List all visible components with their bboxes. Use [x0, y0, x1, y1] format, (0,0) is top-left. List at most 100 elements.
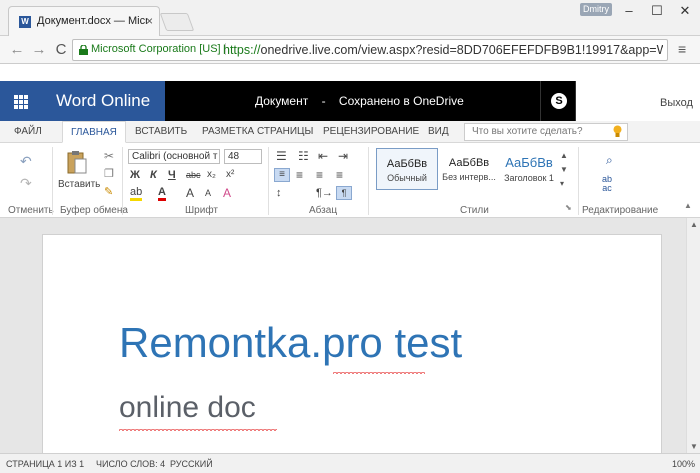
document-heading[interactable]: Remontka.pro test [119, 319, 462, 367]
rtl-direction-icon[interactable]: ¶ [336, 186, 352, 200]
maximize-button[interactable]: ☐ [643, 0, 671, 22]
tab-close-icon[interactable]: × [146, 14, 153, 28]
browser-titlebar: W Документ.docx — Microso × Dmitry – ☐ ✕ [0, 0, 700, 36]
style-sample: АаБбВв [448, 157, 490, 169]
clipboard-group-label: Буфер обмена [60, 205, 128, 216]
style-name: Без интерв... [442, 172, 496, 182]
vertical-scrollbar[interactable]: ▲ ▼ [686, 218, 700, 453]
ev-certificate-label[interactable]: Microsoft Corporation [US] [91, 43, 226, 55]
tab-file[interactable]: ФАЙЛ [14, 121, 42, 143]
highlight-icon[interactable]: ab [130, 187, 143, 201]
app-brand[interactable]: Word Online [42, 81, 165, 121]
justify-icon[interactable]: ≡ [336, 168, 343, 182]
replace-icon[interactable]: ab ac [602, 175, 612, 193]
font-size-select[interactable]: 48 [224, 149, 262, 164]
cut-icon[interactable]: ✂ [104, 149, 114, 163]
tell-me-input[interactable]: Что вы хотите сделать? [464, 123, 628, 141]
strikethrough-button[interactable]: abc [186, 170, 201, 180]
skype-button[interactable]: S [540, 81, 576, 121]
align-left-icon[interactable]: ≡ [274, 168, 290, 182]
close-window-button[interactable]: ✕ [671, 0, 699, 22]
superscript-button[interactable]: x² [226, 169, 234, 180]
paragraph-group-label: Абзац [309, 205, 338, 216]
address-bar: ← → C Microsoft Corporation [US] https:/… [0, 36, 700, 64]
format-painter-icon[interactable]: ✎ [104, 185, 113, 198]
browser-tab[interactable]: W Документ.docx — Microso × [8, 6, 160, 36]
paste-button[interactable]: Вставить [58, 179, 100, 190]
user-badge[interactable]: Dmitry [580, 3, 612, 16]
reload-icon[interactable]: C [52, 40, 70, 60]
document-workspace: Remontka.pro test online doc [0, 218, 686, 453]
document-page[interactable]: Remontka.pro test online doc [42, 234, 662, 453]
styles-more-icon[interactable]: ▾ [560, 179, 564, 188]
clear-format-button[interactable]: A [223, 186, 231, 200]
style-no-spacing[interactable]: АаБбВв Без интерв... [438, 148, 500, 190]
align-right-icon[interactable]: ≡ [316, 168, 323, 182]
increase-indent-icon[interactable]: ⇥ [338, 149, 348, 163]
save-status: Сохранено в OneDrive [338, 94, 464, 108]
minimize-button[interactable]: – [615, 0, 643, 22]
grow-font-button[interactable]: A [186, 186, 194, 200]
group-divider [268, 147, 269, 215]
undo-icon[interactable]: ↶ [20, 153, 32, 170]
styles-scroll-down-icon[interactable]: ▼ [560, 165, 568, 174]
bullet-list-icon[interactable]: ☰ [276, 149, 287, 163]
line-spacing-icon[interactable]: ↕ [276, 187, 282, 199]
collapse-ribbon-icon[interactable]: ▲ [684, 201, 692, 210]
shrink-font-button[interactable]: A [205, 188, 211, 198]
page-count: СТРАНИЦА 1 ИЗ 1 [6, 459, 85, 469]
style-normal[interactable]: АаБбВв Обычный [376, 148, 438, 190]
tab-review[interactable]: РЕЦЕНЗИРОВАНИЕ [323, 121, 419, 143]
numbered-list-icon[interactable]: ☷ [298, 149, 309, 163]
styles-scroll-up-icon[interactable]: ▲ [560, 151, 568, 160]
url-text[interactable]: https://onedrive.live.com/view.aspx?resi… [223, 43, 663, 57]
bold-button[interactable]: Ж [130, 169, 140, 181]
underline-button[interactable]: Ч [168, 169, 176, 181]
tab-insert[interactable]: ВСТАВИТЬ [135, 121, 187, 143]
zoom-level[interactable]: 100% [672, 459, 695, 469]
copy-icon[interactable]: ❐ [104, 167, 114, 180]
italic-button[interactable]: К [150, 169, 157, 181]
status-bar: СТРАНИЦА 1 ИЗ 1 ЧИСЛО СЛОВ: 4 РУССКИЙ 10… [0, 453, 700, 473]
tab-home[interactable]: ГЛАВНАЯ [62, 121, 126, 143]
spelling-squiggle [119, 427, 277, 431]
new-tab-button[interactable] [159, 13, 195, 31]
ribbon: ↶ ↷ Отменить Вставить ✂ ❐ ✎ Буфер обмена… [0, 143, 700, 218]
group-divider [52, 147, 53, 215]
url-field[interactable]: Microsoft Corporation [US] https://onedr… [72, 39, 668, 61]
back-arrow-icon[interactable]: ← [8, 40, 26, 60]
url-scheme: https:// [223, 43, 261, 57]
subscript-button[interactable]: x₂ [207, 169, 216, 180]
style-name: Заголовок 1 [504, 173, 554, 183]
style-sample: АаБбВв [386, 158, 428, 170]
spelling-squiggle [333, 370, 425, 374]
find-icon[interactable]: ⌕ [606, 153, 613, 168]
document-name[interactable]: Документ [255, 94, 308, 108]
browser-menu-icon[interactable]: ≡ [678, 41, 686, 57]
decrease-indent-icon[interactable]: ⇤ [318, 149, 328, 163]
app-launcher-icon[interactable] [0, 81, 42, 121]
styles-group-label: Стили [460, 205, 489, 216]
group-divider [578, 147, 579, 215]
style-name: Обычный [387, 173, 427, 183]
forward-arrow-icon[interactable]: → [30, 40, 48, 60]
ltr-direction-icon[interactable]: ¶→ [316, 187, 333, 199]
language-indicator[interactable]: РУССКИЙ [170, 459, 213, 469]
editing-group-label: Редактирование [582, 205, 659, 216]
sign-out-link[interactable]: Выход [660, 97, 693, 109]
scroll-up-icon[interactable]: ▲ [690, 220, 698, 229]
style-heading-1[interactable]: АаБбВв Заголовок 1 [498, 148, 560, 190]
redo-icon[interactable]: ↷ [20, 175, 32, 192]
word-header: Word Online Документ - Сохранено в OneDr… [0, 81, 700, 121]
scroll-down-icon[interactable]: ▼ [690, 442, 698, 451]
undo-group-label: Отменить [8, 205, 54, 216]
font-name-select[interactable]: Calibri (основной т [128, 149, 220, 164]
tab-layout[interactable]: РАЗМЕТКА СТРАНИЦЫ [202, 121, 313, 143]
tab-view[interactable]: ВИД [428, 121, 449, 143]
styles-dialog-launcher-icon[interactable]: ⬊ [565, 203, 572, 212]
font-group-label: Шрифт [185, 205, 218, 216]
paste-clipboard-icon[interactable] [66, 150, 88, 176]
font-color-icon[interactable]: A [158, 186, 166, 201]
align-center-icon[interactable]: ≡ [296, 168, 303, 182]
document-subheading[interactable]: online doc [119, 391, 256, 425]
